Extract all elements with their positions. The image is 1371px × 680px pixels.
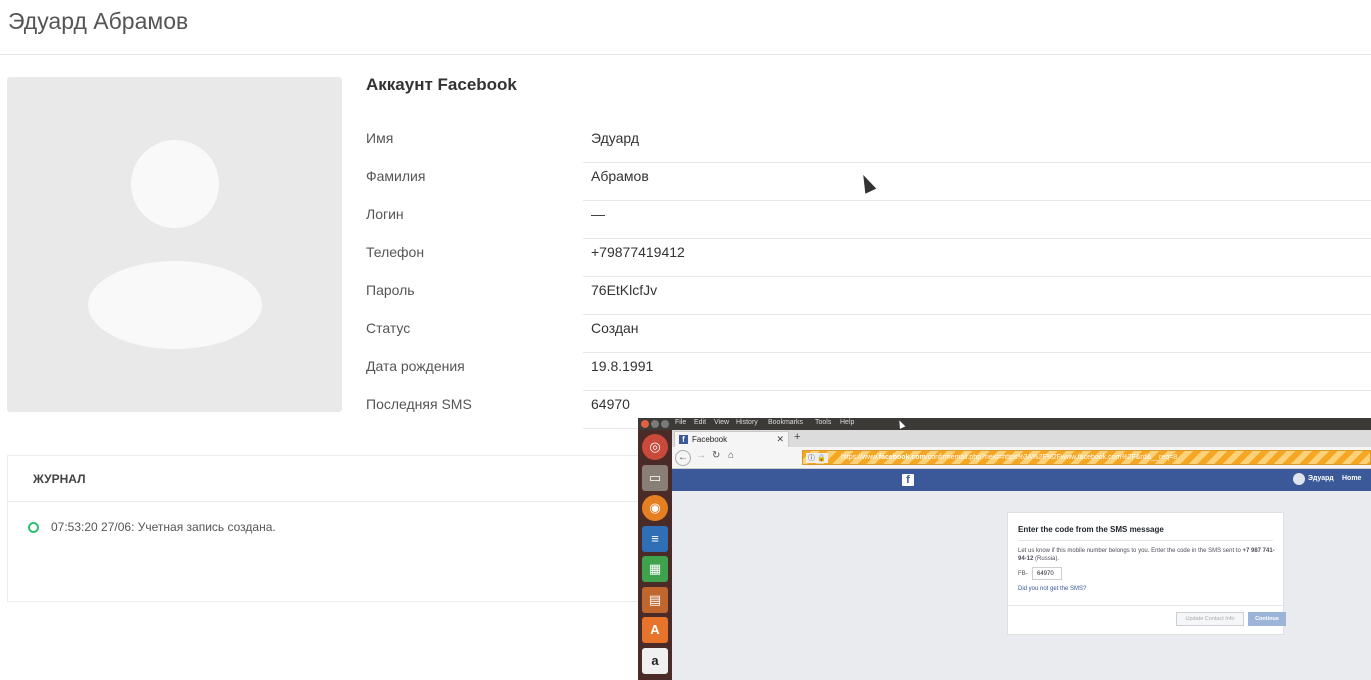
- info-label: Статус: [366, 320, 411, 336]
- fb-user-name[interactable]: Эдуард: [1308, 475, 1334, 482]
- menu-view[interactable]: View: [714, 419, 729, 426]
- home-icon[interactable]: ⌂: [728, 450, 734, 461]
- close-tab-icon[interactable]: ✕: [776, 434, 784, 445]
- browser-navbar: ← → ↻ ⌂ ⓘ 🔒 https://www.facebook.com/con…: [672, 447, 1371, 469]
- reload-icon[interactable]: ↻: [712, 450, 720, 461]
- info-label: Телефон: [366, 244, 425, 260]
- forward-icon[interactable]: →: [696, 450, 706, 461]
- divider: [583, 162, 1371, 163]
- site-info-lock-icon[interactable]: ⓘ 🔒: [806, 453, 828, 463]
- impress-icon[interactable]: ▤: [642, 587, 668, 613]
- close-window-icon[interactable]: [641, 420, 649, 428]
- info-value: Абрамов: [591, 168, 649, 184]
- os-menubar: File Edit View History Bookmarks Tools H…: [638, 418, 1371, 430]
- divider: [583, 352, 1371, 353]
- info-row-password: Пароль 76EtKlcfJv: [366, 278, 1371, 316]
- info-value: +79877419412: [591, 244, 685, 260]
- divider: [1018, 540, 1273, 541]
- journal-entry: 07:53:20 27/06: Учетная запись создана.: [28, 520, 276, 534]
- software-center-icon[interactable]: A: [642, 617, 668, 643]
- firefox-icon[interactable]: ◉: [642, 495, 668, 521]
- tab-facebook[interactable]: f Facebook ✕: [674, 431, 789, 447]
- journal-entry-text: 07:53:20 27/06: Учетная запись создана.: [51, 520, 276, 534]
- info-label: Логин: [366, 206, 404, 222]
- divider: [583, 238, 1371, 239]
- calc-icon[interactable]: ▦: [642, 556, 668, 582]
- status-dot-icon: [28, 522, 39, 533]
- url-path: /confirmemail.php?next=https%3A%2F%2Fwww…: [925, 454, 1178, 461]
- fb-home-link[interactable]: Home: [1342, 475, 1361, 482]
- no-sms-link[interactable]: Did you not get the SMS?: [1018, 586, 1086, 592]
- update-contact-info-button[interactable]: Update Contact Info: [1176, 612, 1244, 626]
- tab-title: Facebook: [692, 435, 728, 444]
- avatar-body-shape: [88, 261, 262, 349]
- account-section-title: Аккаунт Facebook: [366, 75, 517, 94]
- user-avatar-icon[interactable]: [1293, 473, 1305, 485]
- menu-file[interactable]: File: [675, 419, 686, 426]
- info-row-first-name: Имя Эдуард: [366, 126, 1371, 164]
- url-prefix: https://www.: [841, 454, 879, 461]
- new-tab-icon[interactable]: +: [794, 431, 800, 443]
- sms-code-input[interactable]: 64970: [1032, 567, 1062, 580]
- files-icon[interactable]: ▭: [642, 465, 668, 491]
- journal-panel: ЖУРНАЛ 07:53:20 27/06: Учетная запись со…: [7, 455, 647, 602]
- divider: [583, 276, 1371, 277]
- os-launcher: ◎ ▭ ◉ ≡ ▦ ▤ A a: [638, 430, 672, 680]
- page-title: Эдуард Абрамов: [8, 8, 189, 34]
- facebook-logo-icon[interactable]: f: [902, 474, 914, 486]
- menu-tools[interactable]: Tools: [815, 419, 831, 426]
- avatar-head-shape: [131, 140, 219, 228]
- journal-title: ЖУРНАЛ: [8, 456, 646, 502]
- menu-history[interactable]: History: [736, 419, 758, 426]
- sms-text-before: Let us know if this mobile number belong…: [1018, 548, 1243, 554]
- maximize-window-icon[interactable]: [661, 420, 669, 428]
- back-icon[interactable]: ←: [675, 450, 691, 466]
- divider: [583, 390, 1371, 391]
- sms-text-after: (Russia).: [1033, 556, 1060, 562]
- avatar: [7, 77, 342, 412]
- info-label: Имя: [366, 130, 394, 146]
- facebook-header: f Эдуард Home: [672, 469, 1371, 491]
- url-domain: facebook.com: [878, 454, 926, 461]
- menu-edit[interactable]: Edit: [694, 419, 706, 426]
- sms-dialog-title: Enter the code from the SMS message: [1018, 525, 1164, 534]
- continue-button[interactable]: Continue: [1248, 612, 1286, 626]
- amazon-icon[interactable]: a: [642, 648, 668, 674]
- writer-icon[interactable]: ≡: [642, 526, 668, 552]
- info-value: Создан: [591, 320, 639, 336]
- sms-dialog-text: Let us know if this mobile number belong…: [1018, 547, 1276, 563]
- info-label: Пароль: [366, 282, 415, 298]
- minimize-window-icon[interactable]: [651, 420, 659, 428]
- divider: [583, 314, 1371, 315]
- info-value: —: [591, 206, 605, 222]
- facebook-favicon-icon: f: [679, 435, 688, 444]
- info-label: Фамилия: [366, 168, 426, 184]
- url-bar[interactable]: ⓘ 🔒 https://www.facebook.com/confirmemai…: [802, 450, 1371, 465]
- info-value: Эдуард: [591, 130, 640, 146]
- info-row-birthdate: Дата рождения 19.8.1991: [366, 354, 1371, 392]
- mouse-cursor-icon: [896, 419, 906, 429]
- divider: [1008, 605, 1283, 606]
- info-value: 76EtKlcfJv: [591, 282, 658, 298]
- menu-bookmarks[interactable]: Bookmarks: [768, 419, 803, 426]
- info-label: Дата рождения: [366, 358, 465, 374]
- info-value: 19.8.1991: [591, 358, 654, 374]
- sms-code-prefix: FB-: [1018, 571, 1028, 577]
- info-value: 64970: [591, 396, 630, 412]
- info-label: Последняя SMS: [366, 396, 472, 412]
- ubuntu-icon[interactable]: ◎: [642, 434, 668, 460]
- browser-screenshot-overlay: File Edit View History Bookmarks Tools H…: [638, 418, 1371, 680]
- info-row-phone: Телефон +79877419412: [366, 240, 1371, 278]
- menu-help[interactable]: Help: [840, 419, 854, 426]
- info-row-status: Статус Создан: [366, 316, 1371, 354]
- browser-tabbar: f Facebook ✕ +: [672, 430, 1371, 447]
- info-row-login: Логин —: [366, 202, 1371, 240]
- divider: [583, 200, 1371, 201]
- title-divider: [0, 54, 1371, 55]
- sms-confirm-dialog: Enter the code from the SMS message Let …: [1007, 512, 1286, 635]
